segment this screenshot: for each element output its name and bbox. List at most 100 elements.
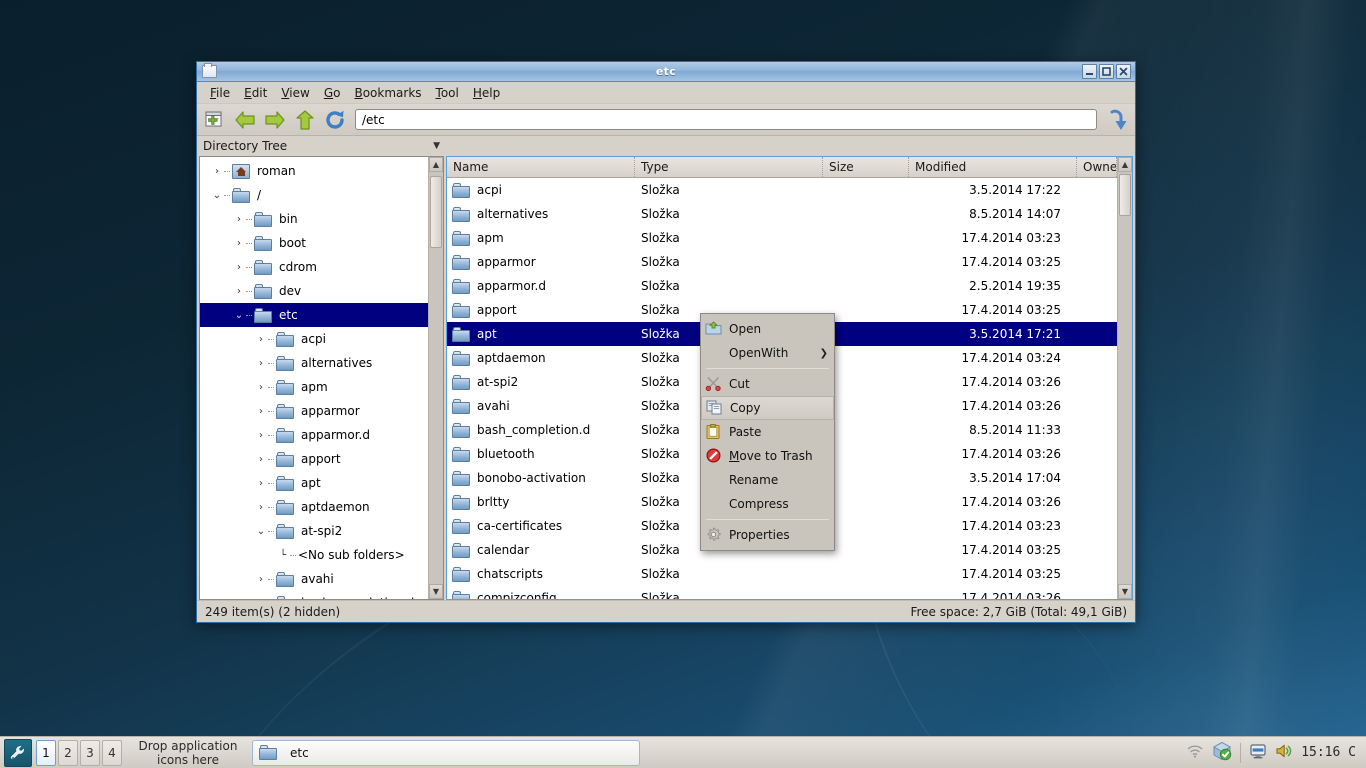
task-button-etc[interactable]: etc	[252, 739, 640, 766]
column-header-name[interactable]: Name	[447, 157, 635, 177]
tree-item-acpi[interactable]: › acpi	[200, 327, 428, 351]
table-row[interactable]: apm Složka 17.4.2014 03:23	[447, 226, 1117, 250]
tree-item-apport[interactable]: › apport	[200, 447, 428, 471]
twisty-collapsed-icon[interactable]: ›	[254, 502, 268, 513]
tree-vscrollbar[interactable]: ▲ ▼	[428, 157, 443, 599]
tree-item-bin[interactable]: › bin	[200, 207, 428, 231]
tree-item-apm[interactable]: › apm	[200, 375, 428, 399]
file-name-cell[interactable]: avahi	[447, 398, 635, 414]
launcher-drop-hint[interactable]: Drop application icons here	[132, 739, 244, 767]
maximize-button[interactable]	[1099, 64, 1114, 79]
twisty-expanded-icon[interactable]: ⌄	[210, 190, 224, 201]
column-header-type[interactable]: Type	[635, 157, 823, 177]
tree-item-apparmor.d[interactable]: › apparmor.d	[200, 423, 428, 447]
tree-item-apt[interactable]: › apt	[200, 471, 428, 495]
context-menu-item-compress[interactable]: Compress	[701, 492, 834, 516]
tree-item-apparmor[interactable]: › apparmor	[200, 399, 428, 423]
context-menu-item-paste[interactable]: Paste	[701, 420, 834, 444]
twisty-collapsed-icon[interactable]: ›	[254, 478, 268, 489]
file-list-vscrollbar[interactable]: ▲ ▼	[1117, 157, 1132, 599]
file-name-cell[interactable]: acpi	[447, 182, 635, 198]
twisty-collapsed-icon[interactable]: ›	[232, 238, 246, 249]
desktop[interactable]: etc File Edit View Go Bookmarks Tool Hel…	[0, 0, 1366, 768]
twisty-collapsed-icon[interactable]: ›	[210, 166, 224, 177]
wifi-icon[interactable]	[1186, 743, 1204, 762]
file-name-cell[interactable]: calendar	[447, 542, 635, 558]
arrow-up-icon[interactable]	[293, 108, 317, 132]
twisty-collapsed-icon[interactable]: ›	[254, 430, 268, 441]
workspace-button-4[interactable]: 4	[102, 739, 122, 766]
workspace-button-1[interactable]: 1	[36, 739, 56, 766]
menu-view[interactable]: View	[274, 84, 316, 102]
tree-item--no-sub-folders-[interactable]: └ <No sub folders>	[200, 543, 428, 567]
workspace-switcher[interactable]: 1234	[36, 739, 124, 766]
context-menu-item-openwith[interactable]: OpenWith ❯	[701, 341, 834, 365]
file-list-header[interactable]: Name Type Size Modified Owne	[447, 157, 1117, 178]
clock[interactable]: 15:16 C	[1301, 745, 1356, 760]
application-menu-button[interactable]	[4, 738, 32, 767]
refresh-icon[interactable]	[323, 108, 347, 132]
file-name-cell[interactable]: apport	[447, 302, 635, 318]
workspace-button-2[interactable]: 2	[58, 739, 78, 766]
tree-item-bash-completion.d[interactable]: › bash_completion.d	[200, 591, 428, 599]
twisty-collapsed-icon[interactable]: ›	[254, 598, 268, 600]
scroll-up-arrow-icon[interactable]: ▲	[1118, 157, 1132, 172]
file-name-cell[interactable]: alternatives	[447, 206, 635, 222]
twisty-collapsed-icon[interactable]: ›	[254, 334, 268, 345]
scroll-down-arrow-icon[interactable]: ▼	[1118, 584, 1132, 599]
column-header-owne[interactable]: Owne	[1077, 157, 1117, 177]
twisty-collapsed-icon[interactable]: ›	[254, 574, 268, 585]
tree-item--[interactable]: ⌄ /	[200, 183, 428, 207]
context-menu-item-move-to-trash[interactable]: Move to Trash	[701, 444, 834, 468]
tree-item-avahi[interactable]: › avahi	[200, 567, 428, 591]
arrow-right-icon[interactable]	[263, 108, 287, 132]
twisty-collapsed-icon[interactable]: ›	[254, 454, 268, 465]
menu-edit[interactable]: Edit	[237, 84, 274, 102]
file-name-cell[interactable]: brltty	[447, 494, 635, 510]
file-name-cell[interactable]: bonobo-activation	[447, 470, 635, 486]
file-name-cell[interactable]: apparmor	[447, 254, 635, 270]
file-name-cell[interactable]: aptdaemon	[447, 350, 635, 366]
workspace-button-3[interactable]: 3	[80, 739, 100, 766]
twisty-collapsed-icon[interactable]: ›	[254, 406, 268, 417]
twisty-collapsed-icon[interactable]: ›	[232, 286, 246, 297]
volume-icon[interactable]	[1275, 742, 1293, 763]
display-icon[interactable]	[1249, 742, 1267, 763]
system-tray[interactable]: 15:16 C	[1186, 741, 1362, 764]
go-button[interactable]	[1105, 108, 1129, 132]
tree-item-at-spi2[interactable]: ⌄ at-spi2	[200, 519, 428, 543]
minimize-button[interactable]	[1082, 64, 1097, 79]
menu-tool[interactable]: Tool	[429, 84, 466, 102]
file-manager-window[interactable]: etc File Edit View Go Bookmarks Tool Hel…	[196, 61, 1136, 623]
context-menu-item-cut[interactable]: Cut	[701, 372, 834, 396]
twisty-expanded-icon[interactable]: ⌄	[254, 526, 268, 537]
table-row[interactable]: apparmor.d Složka 2.5.2014 19:35	[447, 274, 1117, 298]
file-scroll-track[interactable]	[1118, 172, 1132, 584]
file-name-cell[interactable]: bluetooth	[447, 446, 635, 462]
tree-item-etc[interactable]: ⌄ etc	[200, 303, 428, 327]
tree-item-boot[interactable]: › boot	[200, 231, 428, 255]
tree-item-cdrom[interactable]: › cdrom	[200, 255, 428, 279]
twisty-collapsed-icon[interactable]: ›	[254, 358, 268, 369]
table-row[interactable]: chatscripts Složka 17.4.2014 03:25	[447, 562, 1117, 586]
software-updates-icon[interactable]	[1212, 741, 1232, 764]
context-menu-item-open[interactable]: Open	[701, 317, 834, 341]
context-menu[interactable]: Open OpenWith ❯ Cut Copy Paste Move to Trash Re…	[700, 313, 835, 551]
context-menu-item-properties[interactable]: Properties	[701, 523, 834, 547]
column-header-size[interactable]: Size	[823, 157, 909, 177]
close-button[interactable]	[1116, 64, 1131, 79]
directory-tree[interactable]: › roman ⌄ / › bin › boot › cdrom › dev ⌄ etc › acpi › alt…	[199, 156, 444, 600]
path-input[interactable]: /etc	[355, 109, 1097, 130]
menu-bookmarks[interactable]: Bookmarks	[347, 84, 428, 102]
scroll-down-arrow-icon[interactable]: ▼	[429, 584, 443, 599]
tree-item-alternatives[interactable]: › alternatives	[200, 351, 428, 375]
file-name-cell[interactable]: apparmor.d	[447, 278, 635, 294]
tree-scroll-thumb[interactable]	[430, 176, 442, 248]
menu-file[interactable]: File	[203, 84, 237, 102]
twisty-expanded-icon[interactable]: ⌄	[232, 310, 246, 321]
file-name-cell[interactable]: apm	[447, 230, 635, 246]
file-scroll-thumb[interactable]	[1119, 174, 1131, 216]
file-name-cell[interactable]: at-spi2	[447, 374, 635, 390]
toolbar[interactable]: /etc	[197, 104, 1135, 136]
tree-scroll-area[interactable]: › roman ⌄ / › bin › boot › cdrom › dev ⌄ etc › acpi › alt…	[200, 157, 428, 599]
